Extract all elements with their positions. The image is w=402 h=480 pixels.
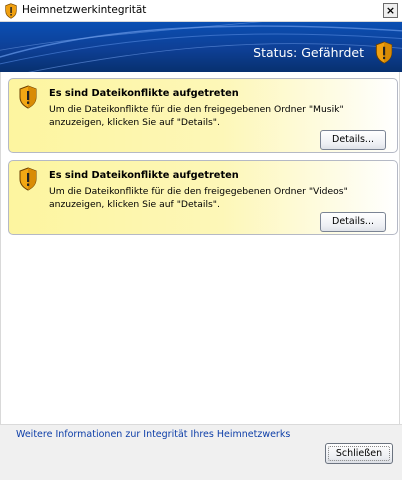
close-window-button[interactable]: × [383, 3, 398, 18]
details-button[interactable]: Details... [320, 130, 386, 150]
more-info-link[interactable]: Weitere Informationen zur Integrität Ihr… [16, 429, 290, 440]
card-title: Es sind Dateikonflikte aufgetreten [49, 88, 239, 99]
close-button[interactable]: Schließen [325, 443, 393, 464]
shield-warning-icon [375, 41, 393, 64]
shield-warning-icon [19, 167, 37, 191]
conflict-card-music: Es sind Dateikonflikte aufgetreten Um di… [8, 78, 398, 153]
content-area: Es sind Dateikonflikte aufgetreten Um di… [0, 72, 400, 424]
card-description: Um die Dateikonflikte für die den freige… [49, 104, 344, 128]
footer: Weitere Informationen zur Integrität Ihr… [0, 424, 402, 480]
card-description: Um die Dateikonflikte für die den freige… [49, 186, 348, 210]
shield-warning-icon [5, 3, 17, 19]
window-title: Heimnetzwerkintegrität [22, 4, 147, 16]
details-button[interactable]: Details... [320, 212, 386, 232]
title-bar: Heimnetzwerkintegrität × [0, 0, 402, 22]
conflict-card-videos: Es sind Dateikonflikte aufgetreten Um di… [8, 160, 398, 235]
status-text: Status: Gefährdet [253, 45, 364, 60]
status-banner: Status: Gefährdet [0, 22, 402, 72]
card-title: Es sind Dateikonflikte aufgetreten [49, 170, 239, 181]
shield-warning-icon [19, 85, 37, 109]
